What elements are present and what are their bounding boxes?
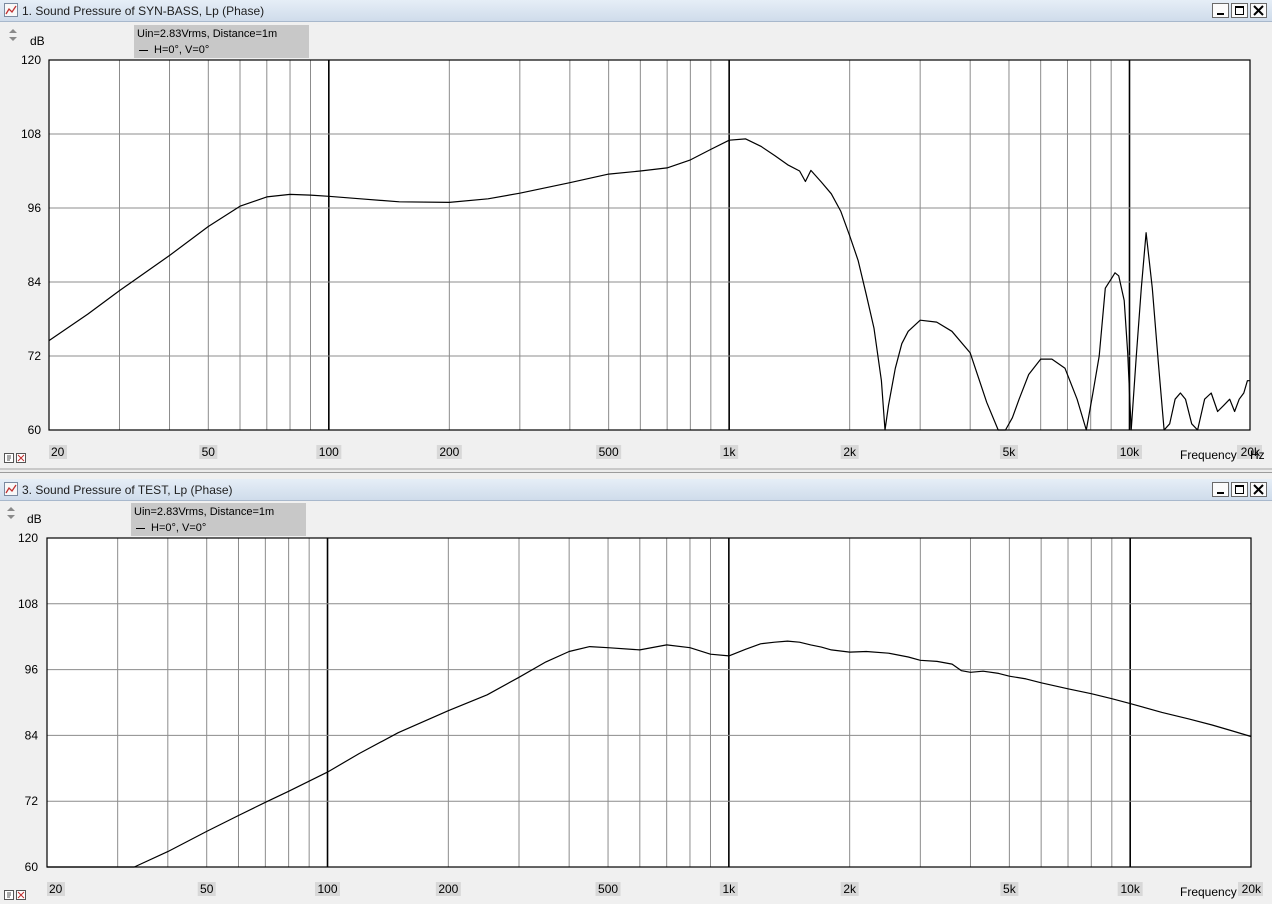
x-tick-label: 50 — [200, 882, 214, 896]
plot-settings-icon[interactable] — [4, 453, 28, 464]
y-tick-label: 84 — [28, 275, 42, 289]
x-tick-label: 20 — [51, 445, 65, 459]
x-tick-label: 2k — [843, 882, 857, 896]
chart-window-2: 3. Sound Pressure of TEST, Lp (Phase) dB… — [0, 479, 1272, 904]
x-tick-label: 100 — [318, 882, 338, 896]
x-tick-label: 10k — [1120, 445, 1140, 459]
y-tick-label: 60 — [28, 423, 42, 437]
x-tick-label: 5k — [1003, 445, 1017, 459]
x-unit-label: Hz — [1250, 448, 1265, 462]
x-tick-label: 200 — [438, 882, 458, 896]
x-tick-label: 20 — [49, 882, 63, 896]
x-tick-label: 2k — [843, 445, 857, 459]
x-tick-label: 1k — [723, 882, 737, 896]
frequency-response-chart-1: 1201089684726020 50 100 200 500 1k 2k 5k 10k 20k — [21, 53, 1262, 459]
y-tick-label: 96 — [25, 663, 39, 677]
y-tick-label: 108 — [18, 597, 38, 611]
x-tick-label: 500 — [599, 445, 619, 459]
y-tick-label: 96 — [28, 201, 42, 215]
chart-window-1: 1. Sound Pressure of SYN-BASS, Lp (Phase… — [0, 0, 1272, 468]
x-tick-label: 10k — [1121, 882, 1141, 896]
x-tick-label: 50 — [202, 445, 216, 459]
x-tick-label: 100 — [319, 445, 339, 459]
x-tick-label: 1k — [723, 445, 737, 459]
plot-area[interactable] — [49, 60, 1250, 430]
pane-separator[interactable] — [0, 468, 1272, 479]
y-tick-label: 60 — [25, 860, 39, 874]
frequency-response-chart-2: 120 108 96 84 72 60 20 50 100 200 500 1k 2k 5k 10k 20k — [18, 531, 1263, 896]
plot-area[interactable] — [47, 538, 1251, 867]
x-tick-label: 500 — [598, 882, 618, 896]
y-tick-label: 72 — [25, 794, 39, 808]
plot-settings-icon[interactable] — [4, 890, 28, 901]
y-tick-label: 120 — [21, 53, 41, 67]
y-tick-label: 72 — [28, 349, 42, 363]
x-axis-title: Frequency — [1180, 448, 1237, 462]
x-tick-label: 20k — [1242, 882, 1262, 896]
x-tick-label: 5k — [1003, 882, 1017, 896]
y-tick-label: 108 — [21, 127, 41, 141]
x-tick-label: 200 — [439, 445, 459, 459]
x-axis-title: Frequency — [1180, 885, 1237, 899]
y-tick-label: 84 — [25, 728, 39, 742]
y-tick-label: 120 — [18, 531, 38, 545]
